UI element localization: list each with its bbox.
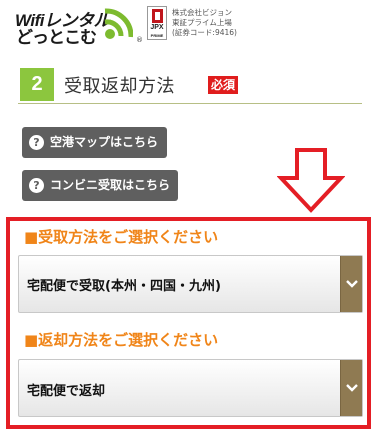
company-info: 株式会社ビジョン 東証プライム上場 (証券コード:9416)	[172, 8, 237, 38]
section-heading: 2 受取返却方法 必須	[18, 68, 362, 104]
step-number: 2	[20, 68, 54, 101]
down-arrow-icon	[277, 148, 345, 213]
airport-map-button[interactable]: ? 空港マップはこちら	[22, 127, 167, 158]
jpx-label: JPX	[150, 24, 164, 31]
section-title: 受取返却方法	[64, 76, 175, 97]
jpx-prime-logo: JPX PRIME	[147, 6, 167, 40]
convenience-pickup-button[interactable]: ? コンビニ受取はこちら	[22, 170, 178, 201]
pickup-method-value: 宅配便で受取(本州・四国・九州)	[27, 279, 221, 294]
chevron-down-icon[interactable]	[340, 256, 362, 312]
listing-status: 東証プライム上場	[172, 18, 232, 27]
wifi-rental-logo[interactable]: Wifiレンタル どっとこむ ®	[15, 6, 143, 48]
return-method-label: ■返却方法をご選択ください	[24, 331, 219, 349]
convenience-pickup-label: コンビニ受取はこちら	[50, 178, 171, 192]
registered-mark: ®	[136, 36, 143, 44]
return-method-select[interactable]: 宅配便で返却	[18, 359, 363, 417]
help-icon: ?	[29, 178, 44, 193]
pickup-method-label: ■受取方法をご選択ください	[24, 228, 219, 246]
return-method-value: 宅配便で返却	[27, 384, 106, 399]
company-name: 株式会社ビジョン	[172, 8, 232, 17]
wifi-wave-icon	[104, 8, 133, 39]
airport-map-label: 空港マップはこちら	[50, 135, 159, 149]
securities-code: (証券コード:9416)	[172, 28, 237, 37]
jpx-mark-icon	[152, 9, 163, 23]
pickup-method-select[interactable]: 宅配便で受取(本州・四国・九州)	[18, 255, 363, 313]
chevron-down-icon[interactable]	[340, 360, 362, 416]
required-badge: 必須	[208, 76, 239, 94]
logo-line2: どっとこむ	[16, 28, 97, 48]
prime-label: PRIME	[150, 33, 164, 38]
help-icon: ?	[29, 135, 44, 150]
